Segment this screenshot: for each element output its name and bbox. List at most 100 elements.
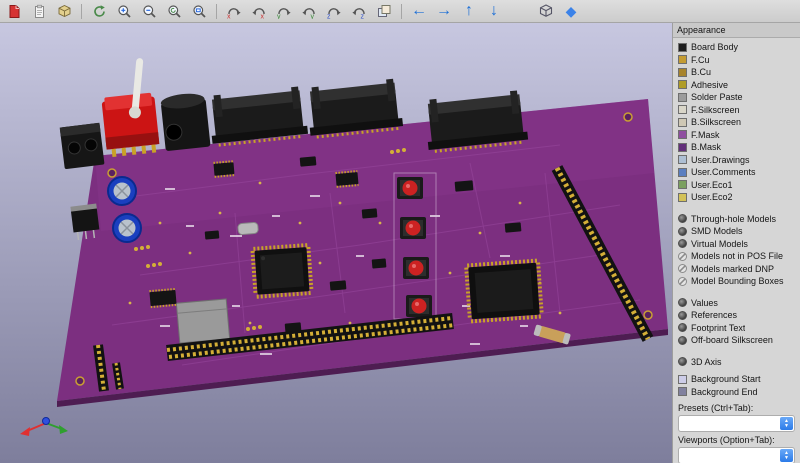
layer-label: B.Cu [691,67,712,78]
option-row-footprint-text[interactable]: Footprint Text [678,322,800,335]
export-image-button[interactable] [2,1,26,21]
layer-color-swatch[interactable] [678,142,687,152]
layer-row-background-start[interactable]: Background Start [678,373,800,386]
crystal [237,221,259,236]
option-row-models-not-in-pos[interactable]: Models not in POS File [678,250,800,263]
visibility-toggle-icon[interactable] [678,251,687,261]
visibility-toggle-icon[interactable] [678,310,687,320]
layer-label: User.Eco1 [691,179,733,190]
visibility-toggle-icon[interactable] [678,276,687,286]
option-row-virtual-models[interactable]: Virtual Models [678,238,800,251]
move-up-button[interactable]: ↑ [457,1,481,21]
move-right-button[interactable]: → [432,1,456,21]
layer-row-user-drawings[interactable]: User.Drawings [678,154,800,167]
option-label: Footprint Text [691,322,746,333]
layer-row-fcu[interactable]: F.Cu [678,54,800,67]
option-label: Model Bounding Boxes [691,276,784,287]
zoom-in-button[interactable] [112,1,136,21]
zoom-redraw-icon [167,4,181,18]
option-row-models-marked-dnp[interactable]: Models marked DNP [678,263,800,276]
move-down-button[interactable]: ↓ [482,1,506,21]
rotate-x-cw-button[interactable]: x [222,1,246,21]
qfp-ic-main [250,243,314,299]
option-label: References [691,310,738,321]
option-row-values[interactable]: Values [678,297,800,310]
layer-row-user-comments[interactable]: User.Comments [678,166,800,179]
visibility-toggle-icon[interactable] [678,335,687,345]
rotate-y-ccw-button[interactable]: y [297,1,321,21]
layer-color-swatch[interactable] [678,374,687,384]
clipboard-icon [34,4,44,18]
visibility-toggle-icon[interactable] [678,214,687,224]
layer-row-adhesive[interactable]: Adhesive [678,79,800,92]
rotate-z-cw-button[interactable]: z [322,1,346,21]
visibility-toggle-icon[interactable] [678,239,687,249]
option-row-3d-axis[interactable]: 3D Axis [678,356,800,369]
option-row-off-board-silkscreen[interactable]: Off-board Silkscreen [678,334,800,347]
layer-color-swatch[interactable] [678,180,687,190]
option-row-model-bounding-boxes[interactable]: Model Bounding Boxes [678,275,800,288]
zoom-redraw-button[interactable] [162,1,186,21]
layer-row-user-eco1[interactable]: User.Eco1 [678,179,800,192]
layer-color-swatch[interactable] [678,130,687,140]
layer-color-swatch[interactable] [678,42,687,52]
layer-color-swatch[interactable] [678,55,687,65]
svg-text:x: x [227,13,231,19]
layer-color-swatch[interactable] [678,155,687,165]
rotate-x-ccw-button[interactable]: x [247,1,271,21]
layer-label: Board Body [691,42,739,53]
layer-row-user-eco2[interactable]: User.Eco2 [678,191,800,204]
zoom-out-button[interactable] [137,1,161,21]
layer-label: User.Eco2 [691,192,733,203]
layer-color-swatch[interactable] [678,167,687,177]
flip-board-icon [377,4,390,17]
layer-color-swatch[interactable] [678,105,687,115]
move-left-button[interactable]: ← [407,1,431,21]
visibility-toggle-icon[interactable] [678,226,687,236]
layer-label: B.Silkscreen [691,117,742,128]
layer-row-bcu[interactable]: B.Cu [678,66,800,79]
layer-row-bmask[interactable]: B.Mask [678,141,800,154]
visibility-toggle-icon[interactable] [678,323,687,333]
layer-row-solder-paste[interactable]: Solder Paste [678,91,800,104]
rotate-y-cw-button[interactable]: y [272,1,296,21]
layer-color-swatch[interactable] [678,67,687,77]
appearance-panel-title: Appearance [673,23,800,38]
layer-row-bsilkscreen[interactable]: B.Silkscreen [678,116,800,129]
viewports-dropdown[interactable]: ▲ ▼ [678,447,795,463]
render-options-button[interactable] [52,1,76,21]
presets-dropdown[interactable]: ▲ ▼ [678,415,795,432]
option-row-references[interactable]: References [678,309,800,322]
svg-text:z: z [361,13,365,19]
rotate-z-ccw-button[interactable]: z [347,1,371,21]
3d-axis-indicator [20,417,68,436]
orthographic-view-button[interactable] [534,1,558,21]
layer-color-swatch[interactable] [678,117,687,127]
copy-clipboard-button[interactable] [27,1,51,21]
option-label: Values [691,297,718,308]
layer-color-swatch[interactable] [678,80,687,90]
zoom-fit-icon [192,4,206,18]
layer-color-swatch[interactable] [678,192,687,202]
layer-row-background-end[interactable]: Background End [678,386,800,399]
svg-text:z: z [327,13,331,19]
flip-board-button[interactable] [372,1,396,21]
layer-row-fsilkscreen[interactable]: F.Silkscreen [678,104,800,117]
redraw-button[interactable] [87,1,111,21]
layer-row-fmask[interactable]: F.Mask [678,129,800,142]
3d-viewport[interactable] [0,23,672,463]
stepper-arrows-icon[interactable]: ▲ ▼ [780,449,793,462]
option-row-through-hole-models[interactable]: Through-hole Models [678,213,800,226]
layer-color-swatch[interactable] [678,92,687,102]
redraw-icon [93,4,105,17]
visibility-toggle-icon[interactable] [678,357,687,367]
perspective-view-button[interactable]: ◆ [559,1,583,21]
option-row-smd-models[interactable]: SMD Models [678,225,800,238]
layer-color-swatch[interactable] [678,387,687,397]
zoom-fit-button[interactable] [187,1,211,21]
kicad-3d-viewer-window: x x y y z z ← → ↑ ↓ ◆ Appearance Board B… [0,0,800,463]
layer-row-board-body[interactable]: Board Body [678,41,800,54]
visibility-toggle-icon[interactable] [678,298,687,308]
visibility-toggle-icon[interactable] [678,264,687,274]
stepper-arrows-icon[interactable]: ▲ ▼ [780,417,793,430]
